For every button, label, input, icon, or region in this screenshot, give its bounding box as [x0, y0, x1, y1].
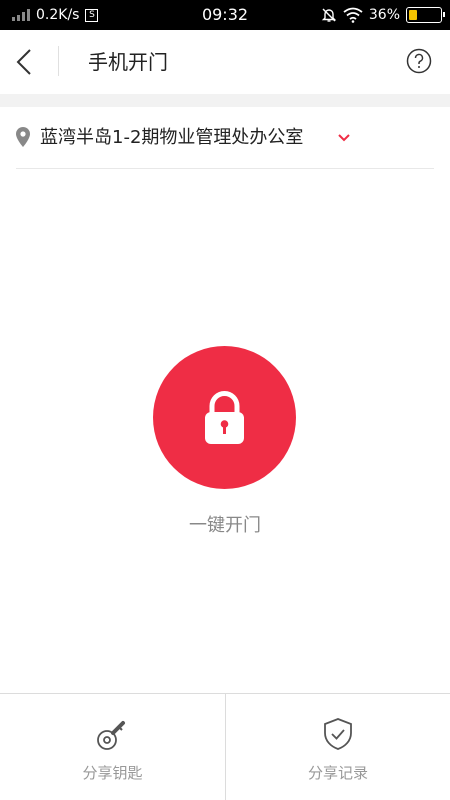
location-pin-icon — [16, 127, 30, 147]
status-right: 36% — [321, 0, 445, 30]
app-header: 手机开门 — [0, 30, 450, 94]
location-selector[interactable]: 蓝湾半岛1-2期物业管理处办公室 — [0, 107, 450, 169]
battery-fill — [409, 10, 418, 20]
battery-icon — [406, 7, 445, 23]
location-underline — [16, 168, 434, 169]
padlock-icon — [205, 391, 244, 444]
question-circle-icon[interactable] — [406, 48, 432, 74]
bottom-tab-bar: 分享钥匙 分享记录 — [0, 693, 450, 800]
header-divider — [58, 46, 59, 76]
one-key-unlock-button[interactable] — [153, 346, 296, 489]
wifi-icon — [343, 7, 363, 23]
share-record-label: 分享记录 — [307, 764, 368, 782]
location-name[interactable]: 蓝湾半岛1-2期物业管理处办公室 — [40, 107, 303, 169]
chevron-down-icon[interactable] — [337, 132, 351, 144]
unlock-label: 一键开门 — [189, 515, 261, 536]
silent-bell-icon — [321, 8, 337, 22]
chevron-left-icon[interactable] — [10, 42, 42, 82]
page-title: 手机开门 — [88, 50, 168, 74]
shield-check-icon — [324, 718, 352, 750]
status-bar: 0.2K/s S 09:32 36% — [0, 0, 450, 30]
header-separator — [0, 94, 450, 107]
key-icon — [96, 721, 125, 750]
battery-percent: 36% — [368, 7, 400, 23]
share-key-label: 分享钥匙 — [82, 764, 143, 782]
share-key-tab[interactable]: 分享钥匙 — [0, 694, 225, 800]
share-record-tab[interactable]: 分享记录 — [225, 694, 450, 800]
